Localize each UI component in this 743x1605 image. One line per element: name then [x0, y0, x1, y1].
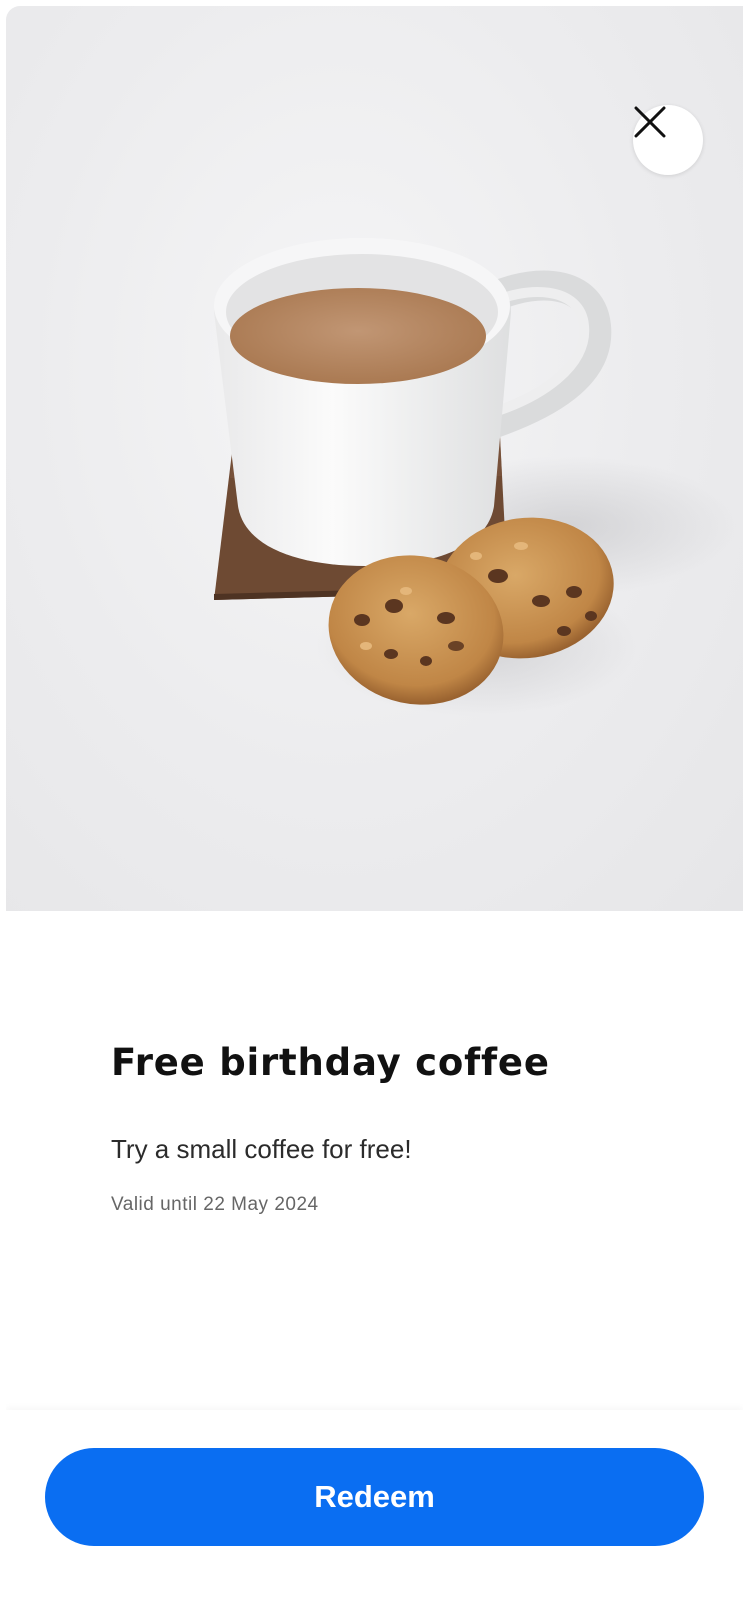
action-footer: Redeem: [6, 1410, 743, 1605]
offer-validity: Valid until 22 May 2024: [111, 1194, 319, 1215]
offer-description: Try a small coffee for free!: [111, 1134, 412, 1164]
offer-sheet: Free birthday coffee Try a small coffee …: [6, 6, 743, 1605]
offer-details: Free birthday coffee Try a small coffee …: [6, 911, 743, 1411]
close-icon: [634, 106, 666, 138]
close-button[interactable]: [633, 105, 703, 175]
coffee-liquid: [230, 288, 486, 384]
offer-image: [6, 6, 743, 911]
offer-title: Free birthday coffee: [111, 1041, 550, 1084]
redeem-button[interactable]: Redeem: [45, 1448, 704, 1546]
